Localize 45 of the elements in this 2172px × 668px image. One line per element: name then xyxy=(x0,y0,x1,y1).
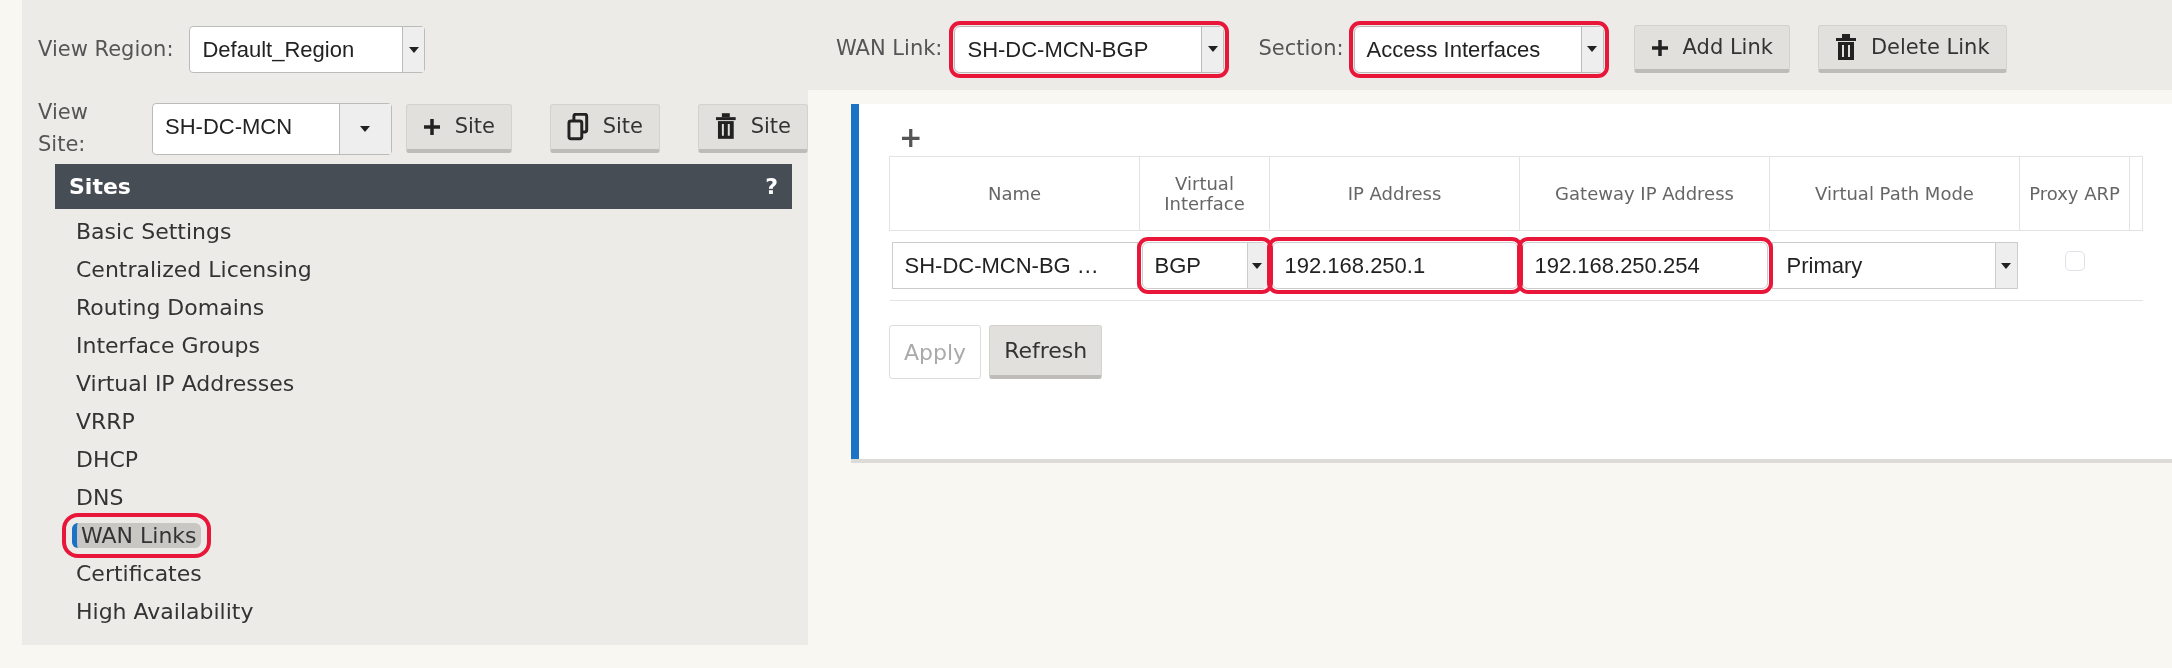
column-header: Gateway IP Address xyxy=(1519,156,1770,231)
menu-item[interactable]: DNS xyxy=(72,485,128,510)
trash-icon xyxy=(1834,33,1857,62)
proxy-arp-checkbox[interactable] xyxy=(2064,250,2085,271)
plus-icon xyxy=(1650,38,1669,57)
site-select[interactable]: SH-DC-MCN xyxy=(152,102,392,155)
menu-item[interactable]: Virtual IP Addresses xyxy=(72,371,299,396)
caret-icon xyxy=(2001,262,2011,269)
field-label: View Region: xyxy=(38,35,174,63)
column-header: IP Address xyxy=(1269,156,1520,231)
caret-icon xyxy=(1207,46,1218,52)
trash-icon xyxy=(715,113,737,141)
field-label: WAN Link: xyxy=(836,35,943,63)
action-button[interactable]: Refresh xyxy=(989,325,1103,379)
toolbar-button[interactable]: Delete Link xyxy=(1817,24,2007,74)
menu-item[interactable]: Interface Groups xyxy=(72,333,264,358)
name-field[interactable]: SH-DC-MCN-BG … xyxy=(891,242,1138,289)
caret-icon xyxy=(409,46,419,53)
menu-item[interactable]: Basic Settings xyxy=(72,219,236,244)
menu-item[interactable]: Certificates xyxy=(72,561,206,586)
toolbar-button[interactable]: Add Link xyxy=(1633,24,1790,74)
menu-item[interactable]: VRRP xyxy=(72,409,139,434)
column-header: Name xyxy=(889,156,1140,231)
panel-title: Sites xyxy=(69,173,131,201)
add-row-icon[interactable]: + xyxy=(899,124,2172,152)
copy-icon xyxy=(567,113,589,141)
menu-item[interactable]: High Availability xyxy=(72,599,258,624)
site-button[interactable]: Site xyxy=(698,104,808,153)
menu-item[interactable]: Routing Domains xyxy=(72,295,269,320)
caret-icon xyxy=(1252,262,1262,269)
caret-icon xyxy=(1587,46,1598,52)
field-label: View Site: xyxy=(38,99,89,158)
site-button[interactable]: Site xyxy=(405,104,512,153)
path-mode-select[interactable]: Primary xyxy=(1771,242,2018,289)
region-select[interactable]: Default_Region xyxy=(189,26,426,73)
menu-item[interactable]: Centralized Licensing xyxy=(72,257,316,282)
field-label: Section: xyxy=(1258,35,1344,63)
column-header: Virtual Path Mode xyxy=(1769,156,2020,231)
caret-icon xyxy=(360,125,371,132)
column-header: Proxy ARP xyxy=(2019,156,2130,231)
column-header: Virtual Interface xyxy=(1139,156,1270,231)
plus-icon xyxy=(422,118,441,136)
site-button[interactable]: Site xyxy=(550,104,660,153)
help-icon[interactable]: ? xyxy=(765,170,778,203)
menu-item[interactable]: DHCP xyxy=(72,447,143,472)
